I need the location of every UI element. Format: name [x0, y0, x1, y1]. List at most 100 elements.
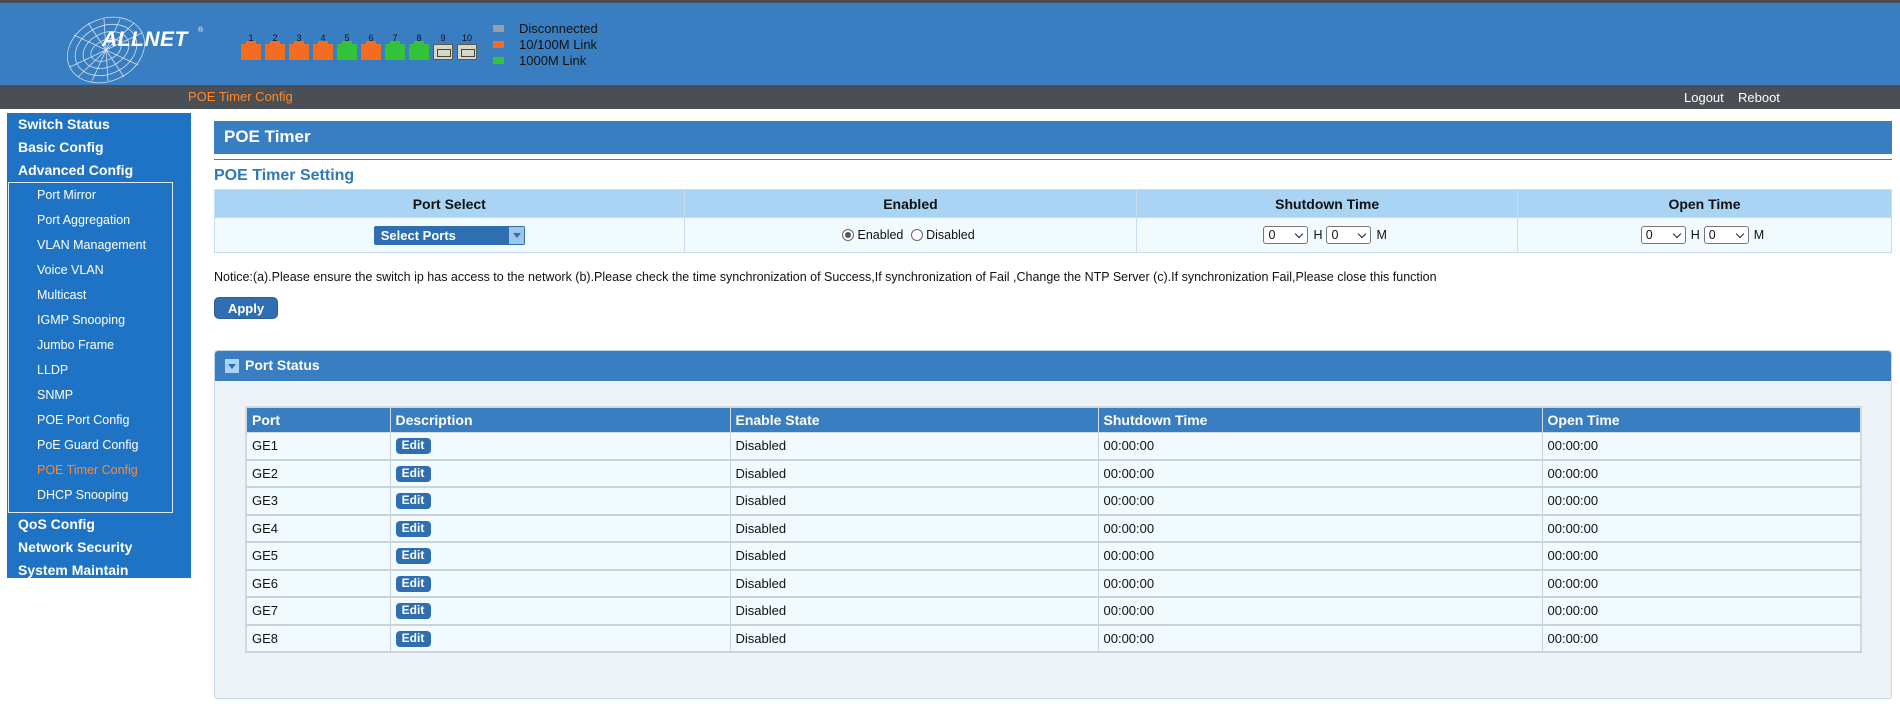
- ethernet-port-icon: [409, 41, 429, 60]
- menu-switch-status[interactable]: Switch Status: [7, 113, 191, 136]
- port-9[interactable]: 9: [432, 33, 454, 61]
- cell-port: GE6: [245, 569, 391, 598]
- cell-port: GE5: [245, 541, 391, 571]
- collapse-icon[interactable]: [225, 359, 239, 373]
- cell-enable-state: Disabled: [729, 486, 1099, 516]
- edit-button[interactable]: Edit: [395, 438, 431, 454]
- chevron-down-icon: [1672, 229, 1682, 239]
- menu-multicast[interactable]: Multicast: [9, 284, 172, 309]
- menu-qos-config[interactable]: QoS Config: [7, 513, 191, 536]
- ethernet-port-icon: [385, 41, 405, 60]
- main-content: POE Timer POE Timer Setting Port Select …: [214, 121, 1892, 319]
- port-number: 10: [461, 33, 472, 43]
- menu-poe-guard-config[interactable]: PoE Guard Config: [9, 434, 172, 459]
- edit-button[interactable]: Edit: [395, 630, 431, 647]
- menu-basic-config[interactable]: Basic Config: [7, 136, 191, 159]
- port-10[interactable]: 10: [456, 33, 478, 61]
- port-status-panel: Port Status Port Description Enable Stat…: [214, 350, 1892, 699]
- open-hour-value: 0: [1645, 228, 1653, 242]
- open-minute-select[interactable]: 0: [1703, 226, 1749, 244]
- port-2[interactable]: 2: [264, 33, 286, 61]
- shutdown-minute-value: 0: [1331, 228, 1339, 242]
- advanced-config-submenu: Port Mirror Port Aggregation VLAN Manage…: [8, 182, 173, 513]
- port-7[interactable]: 7: [384, 33, 406, 61]
- page-title: POE Timer: [214, 121, 1892, 154]
- section-title: POE Timer Setting: [214, 167, 355, 184]
- menu-network-security[interactable]: Network Security: [7, 536, 191, 559]
- cell-shutdown-time: 00:00:00: [1097, 596, 1543, 626]
- menu-poe-timer-config[interactable]: POE Timer Config: [9, 459, 172, 484]
- edit-button[interactable]: Edit: [395, 603, 431, 620]
- cell-port: GE2: [245, 459, 391, 488]
- port-1[interactable]: 1: [240, 33, 262, 61]
- port-4[interactable]: 4: [312, 33, 334, 61]
- menu-dhcp-snooping[interactable]: DHCP Snooping: [9, 484, 172, 509]
- chevron-down-icon: [1735, 229, 1745, 239]
- open-hour-select[interactable]: 0: [1640, 226, 1686, 244]
- registered-mark: ®: [198, 27, 204, 34]
- enabled-radio[interactable]: [842, 229, 855, 241]
- disabled-radio[interactable]: [910, 229, 923, 241]
- shutdown-time-cell: 0H0M: [1136, 217, 1518, 253]
- col-enable-state: Enable State: [729, 406, 1099, 433]
- port-8[interactable]: 8: [408, 33, 430, 61]
- poe-timer-setting-table: Port Select Enabled Shutdown Time Open T…: [214, 189, 1892, 253]
- cell-open-time: 00:00:00: [1541, 569, 1862, 598]
- table-row: GE8 Edit Disabled 00:00:00 00:00:00: [245, 624, 1862, 653]
- header-open-time: Open Time: [1517, 189, 1892, 218]
- port-status-title: Port Status: [245, 357, 320, 373]
- menu-jumbo-frame[interactable]: Jumbo Frame: [9, 334, 172, 359]
- cell-enable-state: Disabled: [729, 459, 1099, 488]
- cell-open-time: 00:00:00: [1541, 514, 1862, 543]
- edit-button[interactable]: Edit: [395, 465, 431, 482]
- hour-unit-label: H: [1690, 228, 1700, 242]
- apply-button[interactable]: Apply: [214, 297, 278, 319]
- minute-unit-label: M: [1376, 228, 1387, 242]
- edit-button[interactable]: Edit: [395, 493, 431, 510]
- cell-port: GE7: [245, 596, 391, 626]
- menu-vlan-management[interactable]: VLAN Management: [9, 234, 172, 259]
- reboot-link[interactable]: Reboot: [1738, 90, 1780, 105]
- chevron-down-icon: [508, 226, 524, 244]
- legend-swatch-icon: [493, 57, 504, 64]
- logout-link[interactable]: Logout: [1684, 90, 1724, 105]
- menu-system-maintain[interactable]: System Maintain: [7, 559, 191, 582]
- port-number: 9: [440, 33, 446, 43]
- cell-description: Edit: [389, 486, 731, 516]
- port-6[interactable]: 6: [360, 33, 382, 61]
- minute-unit-label: M: [1753, 228, 1765, 242]
- port-5[interactable]: 5: [336, 33, 358, 61]
- menu-voice-vlan[interactable]: Voice VLAN: [9, 259, 172, 284]
- shutdown-minute-select[interactable]: 0: [1326, 226, 1372, 244]
- menu-advanced-config[interactable]: Advanced Config: [7, 159, 191, 182]
- chevron-down-icon: [1295, 229, 1304, 239]
- header-enabled: Enabled: [683, 189, 1138, 218]
- menu-port-mirror[interactable]: Port Mirror: [9, 184, 172, 209]
- open-minute-value: 0: [1708, 228, 1716, 242]
- edit-button[interactable]: Edit: [395, 520, 431, 537]
- cell-description: Edit: [389, 541, 731, 571]
- cell-enable-state: Disabled: [729, 624, 1099, 653]
- ethernet-port-icon: [265, 41, 285, 60]
- edit-button[interactable]: Edit: [395, 548, 431, 565]
- select-ports-dropdown[interactable]: Select Ports: [373, 225, 525, 245]
- menu-igmp-snooping[interactable]: IGMP Snooping: [9, 309, 172, 334]
- cell-shutdown-time: 00:00:00: [1097, 459, 1543, 488]
- menu-lldp[interactable]: LLDP: [9, 359, 172, 384]
- logo-text: ALLNET: [102, 28, 188, 51]
- table-row: GE5 Edit Disabled 00:00:00 00:00:00: [245, 541, 1862, 571]
- sfp-port-icon: [433, 44, 453, 60]
- col-port: Port: [245, 406, 391, 433]
- cell-port: GE1: [245, 431, 391, 461]
- menu-snmp[interactable]: SNMP: [9, 384, 172, 409]
- cell-description: Edit: [389, 596, 731, 626]
- shutdown-hour-select[interactable]: 0: [1263, 226, 1309, 244]
- menu-port-aggregation[interactable]: Port Aggregation: [9, 209, 172, 234]
- menu-poe-port-config[interactable]: POE Port Config: [9, 409, 172, 434]
- ethernet-port-icon: [289, 41, 309, 60]
- cell-enable-state: Disabled: [729, 541, 1099, 571]
- port-status-header: Port Status: [215, 351, 1891, 381]
- edit-button[interactable]: Edit: [395, 575, 431, 592]
- cell-open-time: 00:00:00: [1541, 624, 1862, 653]
- port-3[interactable]: 3: [288, 33, 310, 61]
